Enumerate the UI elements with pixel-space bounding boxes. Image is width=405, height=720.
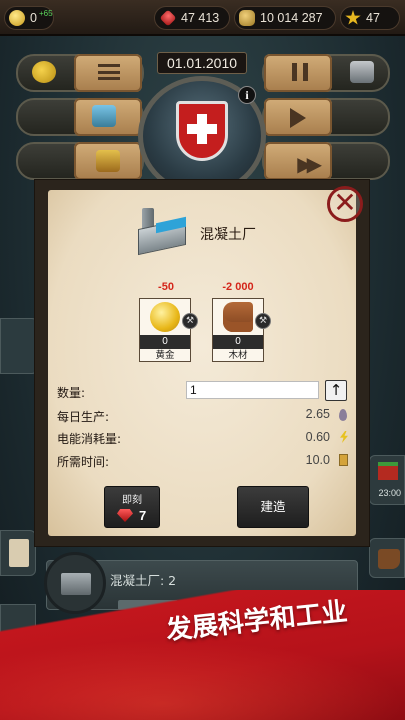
required-time-label: 所需时间: — [57, 455, 110, 469]
gold-coins-icon — [32, 61, 56, 83]
scroll-icon — [9, 539, 29, 567]
gold-quantity: 0 — [140, 335, 190, 349]
required-time-value: 10.0 — [305, 453, 330, 467]
instant-cost: 7 — [139, 508, 147, 523]
gold-income: +65 — [38, 8, 53, 18]
concrete-factory-icon — [134, 204, 188, 256]
wood-quantity: 0 — [213, 335, 263, 349]
concrete-drop-icon — [339, 409, 347, 421]
fast-forward-icon: ▶▶ — [297, 152, 322, 176]
menu-icon — [98, 64, 120, 80]
gold-resource-card[interactable]: ⚒ 0 黄金 — [139, 298, 198, 362]
laboratory-icon — [92, 105, 116, 127]
wood-cost: -2 000 — [222, 281, 254, 293]
stars-counter[interactable]: 47 — [340, 6, 400, 30]
gift-icon — [378, 462, 398, 480]
resource-bar: 0 +65 47 413 10 014 287 47 — [0, 0, 405, 36]
play-icon — [290, 108, 306, 128]
close-button[interactable]: ✕ — [327, 186, 363, 222]
ruby-icon — [117, 509, 133, 522]
instant-build-button[interactable]: 即刻 7 — [104, 486, 160, 528]
hammer-icon[interactable]: ⚒ — [182, 313, 198, 329]
market-icon — [350, 61, 374, 83]
treasure-chest-icon — [96, 150, 120, 172]
gem-icon — [159, 9, 177, 27]
quantity-input[interactable] — [186, 381, 319, 399]
money-counter[interactable]: 10 014 287 — [234, 6, 336, 30]
game-date: 01.01.2010 — [157, 52, 247, 74]
wood-logs-icon — [223, 302, 253, 332]
gems-value: 47 413 — [181, 11, 220, 25]
gold-icon — [9, 10, 25, 26]
swiss-flag-shield-icon — [176, 101, 228, 161]
instant-label: 即刻 — [122, 495, 142, 506]
gold-value: 0 — [30, 11, 37, 25]
power-consumption-label: 电能消耗量: — [57, 432, 122, 446]
gift-timer: 23:00 — [378, 488, 401, 498]
gold-name: 黄金 — [155, 350, 175, 361]
gold-coin-icon — [150, 302, 180, 332]
hammer-icon[interactable]: ⚒ — [255, 313, 271, 329]
build-button[interactable]: 建造 — [237, 486, 309, 528]
dialog-title: 混凝土厂 — [200, 227, 256, 243]
gold-counter[interactable]: 0 +65 — [4, 6, 54, 30]
boot-icon — [378, 549, 400, 569]
boot-button[interactable] — [369, 538, 405, 578]
star-icon — [345, 10, 361, 25]
money-value: 10 014 287 — [260, 11, 323, 25]
quantity-up-button[interactable]: ↑ — [325, 380, 347, 401]
decree-button[interactable] — [0, 530, 36, 576]
daily-production-value: 2.65 — [305, 407, 330, 421]
gold-cost: -50 — [158, 281, 174, 293]
wood-name: 木材 — [228, 350, 248, 361]
gems-counter[interactable]: 47 413 — [154, 6, 230, 30]
left-side-tab[interactable] — [0, 318, 38, 374]
stars-value: 47 — [366, 11, 380, 25]
pause-icon — [292, 63, 308, 81]
building-row-label: 混凝土厂: 2 — [110, 573, 177, 588]
power-consumption-value: 0.60 — [305, 430, 330, 444]
info-icon[interactable]: i — [238, 86, 256, 104]
hourglass-icon — [339, 454, 348, 466]
quantity-label: 数量: — [57, 386, 86, 400]
banner-glow — [0, 640, 405, 720]
money-bag-icon — [239, 10, 255, 26]
daily-production-label: 每日生产: — [57, 410, 110, 424]
wood-resource-card[interactable]: ⚒ 0 木材 — [212, 298, 271, 362]
